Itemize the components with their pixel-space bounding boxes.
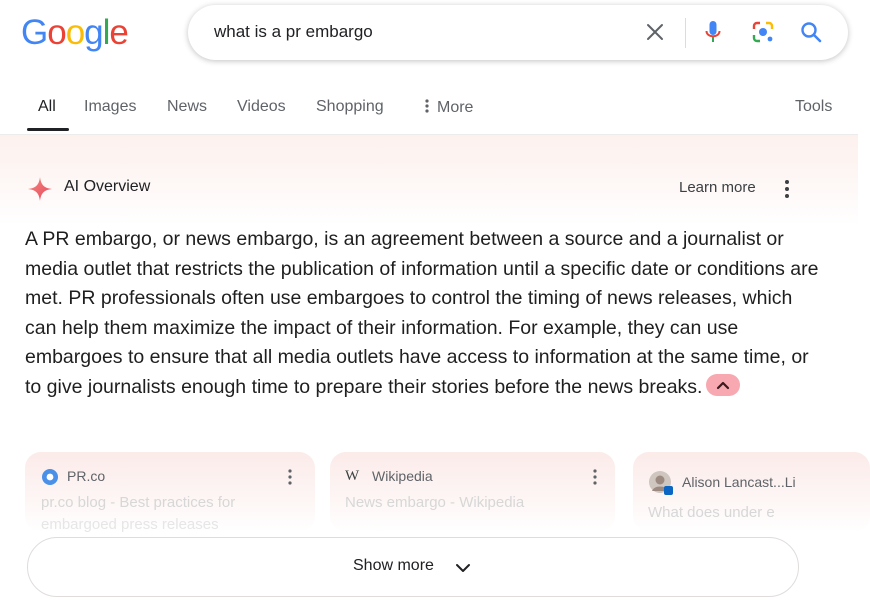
search-tabs: All Images News Videos Shopping More Too… bbox=[0, 88, 870, 132]
tab-videos[interactable]: Videos bbox=[237, 98, 286, 116]
search-input[interactable]: what is a pr embargo bbox=[214, 22, 373, 42]
collapse-button[interactable] bbox=[706, 374, 741, 397]
source-site: Alison Lancast...Li bbox=[682, 474, 796, 490]
chevron-up-icon bbox=[717, 382, 730, 390]
tools-button[interactable]: Tools bbox=[795, 98, 832, 116]
tab-all[interactable]: All bbox=[38, 98, 56, 116]
kebab-menu-icon[interactable] bbox=[781, 178, 793, 200]
tab-news[interactable]: News bbox=[167, 98, 207, 116]
tab-more-label: More bbox=[437, 99, 474, 116]
lens-icon[interactable] bbox=[750, 19, 776, 45]
tab-images[interactable]: Images bbox=[84, 98, 136, 116]
source-card-wikipedia[interactable]: W Wikipedia News embargo - Wikipedia bbox=[330, 452, 615, 532]
more-dots-icon bbox=[425, 99, 429, 113]
source-menu-icon[interactable] bbox=[287, 468, 293, 486]
ai-overview-text-block: A PR embargo, or news embargo, is an agr… bbox=[25, 225, 825, 402]
wikipedia-favicon: W bbox=[345, 468, 360, 484]
source-card-linkedin[interactable]: Alison Lancast...Li What does under e bbox=[633, 452, 870, 532]
ai-overview-text: A PR embargo, or news embargo, is an agr… bbox=[25, 228, 819, 398]
tab-more[interactable]: More bbox=[424, 98, 473, 117]
source-menu-icon[interactable] bbox=[592, 468, 598, 486]
pr-co-favicon bbox=[42, 469, 58, 485]
ai-overview-title: AI Overview bbox=[64, 178, 151, 195]
clear-icon[interactable] bbox=[642, 19, 668, 45]
source-site: Wikipedia bbox=[372, 468, 433, 484]
google-logo[interactable]: Google bbox=[21, 13, 129, 53]
source-site: PR.co bbox=[67, 468, 106, 484]
learn-more-link[interactable]: Learn more bbox=[679, 179, 756, 196]
chevron-down-icon bbox=[456, 564, 470, 572]
mic-icon[interactable] bbox=[700, 19, 726, 45]
search-divider bbox=[685, 18, 686, 48]
source-subtitle: embargoed press releases bbox=[41, 516, 219, 532]
search-icon[interactable] bbox=[798, 19, 824, 45]
tab-shopping[interactable]: Shopping bbox=[316, 98, 384, 116]
show-more-label: Show more bbox=[353, 557, 434, 574]
source-title: News embargo - Wikipedia bbox=[345, 494, 525, 511]
sparkle-icon bbox=[28, 177, 52, 201]
avatar bbox=[649, 471, 673, 495]
source-title: What does under e bbox=[648, 504, 775, 521]
source-card-prco[interactable]: PR.co pr.co blog - Best practices for em… bbox=[25, 452, 315, 532]
source-title: pr.co blog - Best practices for bbox=[41, 494, 236, 511]
active-tab-indicator bbox=[27, 128, 69, 131]
search-box[interactable]: what is a pr embargo bbox=[188, 5, 848, 60]
show-more-button[interactable]: Show more bbox=[27, 537, 799, 597]
